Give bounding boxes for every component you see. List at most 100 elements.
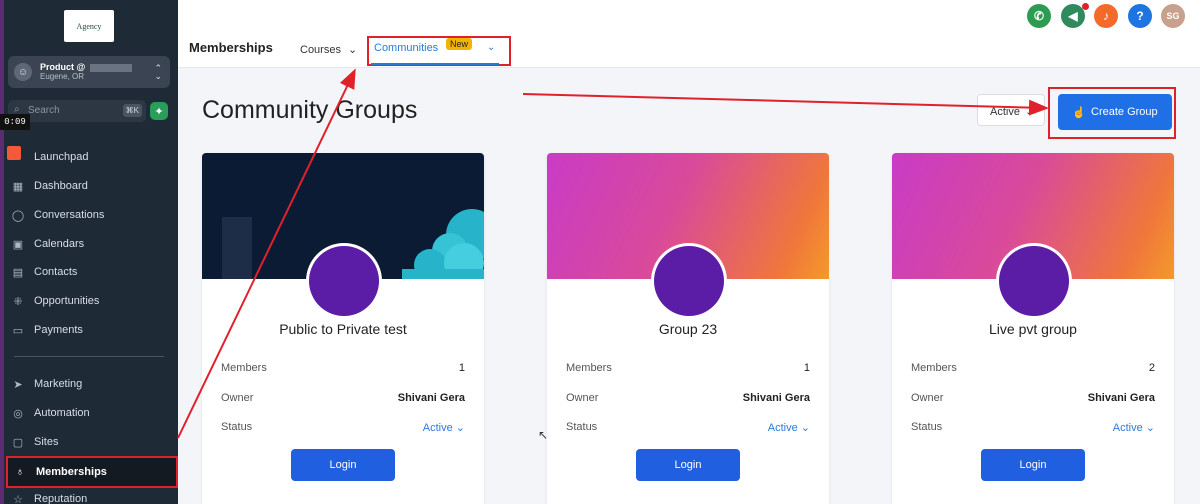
sidebar-item-memberships[interactable]: ♁ Memberships — [6, 456, 178, 488]
account-icon: ☺ — [14, 63, 32, 81]
owner-label: Owner — [911, 392, 944, 404]
status-label: Status — [911, 421, 943, 433]
pointer-icon: ☝ — [1072, 106, 1087, 119]
filter-value: Active — [990, 106, 1020, 118]
sidebar-item-label: Automation — [34, 407, 90, 419]
group-card[interactable]: Live pvt group Members 2 Owner Shivani G… — [892, 153, 1174, 504]
chevron-down-icon: ⌄ — [1025, 106, 1035, 118]
status-value: Active — [1112, 422, 1143, 434]
sidebar-item-launchpad[interactable]: Launchpad — [10, 146, 88, 168]
group-name: Public to Private test — [279, 321, 407, 337]
send-icon: ➤ — [13, 378, 23, 391]
chevron-down-icon: ⌄ — [455, 422, 465, 434]
tab-communities[interactable]: Communities — [374, 42, 438, 54]
search-placeholder: Search — [28, 105, 60, 116]
sidebar-item-reputation[interactable]: ☆ Reputation — [10, 488, 87, 504]
owner-label: Owner — [221, 392, 254, 404]
group-name: Group 23 — [658, 321, 718, 337]
record-stop-icon[interactable] — [7, 146, 21, 160]
sidebar: Agency ☺ Product @ Eugene, OR ⌃ ⌄ ⌕ Searc… — [0, 0, 178, 504]
chevron-down-icon: ⌄ — [348, 44, 358, 56]
members-count: 1 — [803, 362, 810, 374]
owner-label: Owner — [566, 392, 599, 404]
sidebar-accent-strip — [0, 0, 4, 504]
sidebar-item-sites[interactable]: ▢ Sites — [10, 431, 59, 453]
help-icon[interactable]: ? — [1128, 4, 1152, 28]
badge-icon: ♁ — [15, 466, 25, 478]
sidebar-item-label: Opportunities — [34, 295, 100, 307]
chevron-down-icon: ⌄ — [1145, 422, 1155, 434]
status-filter-select[interactable]: Active ⌄ — [977, 94, 1045, 126]
payment-icon: ▭ — [12, 324, 24, 337]
members-label: Members — [221, 362, 267, 374]
star-icon: ☆ — [13, 493, 23, 504]
status-dropdown[interactable]: Active ⌄ — [423, 421, 465, 434]
sidebar-item-label: Calendars — [34, 238, 85, 250]
bell-icon[interactable]: ♪ — [1094, 4, 1118, 28]
owner-name: Shivani Gera — [742, 392, 810, 404]
login-button[interactable]: Login — [291, 449, 395, 481]
sidebar-item-label: Dashboard — [34, 180, 88, 192]
status-dropdown[interactable]: Active ⌄ — [768, 421, 810, 434]
group-card[interactable]: Group 23 Members 1 Owner Shivani Gera St… — [547, 153, 829, 504]
globe-icon: ▢ — [12, 436, 24, 449]
login-button[interactable]: Login — [636, 449, 740, 481]
status-label: Status — [221, 421, 253, 433]
status-value: Active — [422, 422, 453, 434]
section-title: Memberships — [189, 40, 273, 55]
grid-icon: ▦ — [12, 180, 24, 193]
status-label: Status — [566, 421, 598, 433]
account-switcher[interactable]: ☺ Product @ Eugene, OR ⌃ ⌄ — [8, 56, 170, 88]
login-button[interactable]: Login — [981, 449, 1085, 481]
active-tab-indicator — [371, 63, 499, 65]
tab-label: Courses — [300, 44, 341, 56]
chat-icon: ◯ — [11, 209, 25, 222]
page-title: Community Groups — [202, 96, 418, 124]
sidebar-item-label: Conversations — [34, 209, 105, 221]
sidebar-item-dashboard[interactable]: ▦ Dashboard — [10, 175, 88, 197]
status-dropdown[interactable]: Active ⌄ — [1113, 421, 1155, 434]
create-group-button[interactable]: ☝ Create Group — [1058, 94, 1172, 130]
automation-icon: ◎ — [13, 407, 23, 420]
phone-icon[interactable]: ✆ — [1027, 4, 1051, 28]
sidebar-item-automation[interactable]: ◎ Automation — [10, 402, 90, 424]
account-location: Eugene, OR — [40, 72, 85, 81]
sidebar-divider — [14, 356, 164, 357]
group-emblem — [651, 243, 727, 319]
funnel-icon: ⁜ — [13, 295, 23, 308]
account-name-redacted — [89, 63, 132, 72]
search-shortcut: ⌘K — [122, 104, 142, 117]
members-count: 2 — [1148, 362, 1155, 374]
sidebar-item-contacts[interactable]: ▤ Contacts — [10, 261, 78, 283]
sidebar-item-label: Reputation — [34, 493, 88, 504]
sidebar-item-conversations[interactable]: ◯ Conversations — [10, 204, 104, 226]
sidebar-item-label: Marketing — [34, 378, 83, 390]
chevron-updown-icon: ⌃ ⌄ — [154, 63, 162, 81]
logo-text: Agency — [76, 21, 102, 31]
annotation-arrow-to-create — [522, 93, 1049, 116]
group-name: Live pvt group — [989, 321, 1077, 337]
sidebar-item-calendars[interactable]: ▣ Calendars — [10, 233, 84, 255]
members-label: Members — [566, 362, 612, 374]
login-label: Login — [329, 459, 357, 471]
user-avatar[interactable]: SG — [1161, 4, 1185, 28]
account-name: Product @ — [40, 62, 86, 72]
sidebar-item-payments[interactable]: ▭ Payments — [10, 319, 83, 341]
sidebar-item-opportunities[interactable]: ⁜ Opportunities — [10, 290, 99, 312]
quick-action-button[interactable]: ✦ — [150, 102, 168, 120]
group-card[interactable]: Public to Private test Members 1 Owner S… — [202, 153, 484, 504]
create-group-label: Create Group — [1091, 106, 1158, 118]
agency-logo[interactable]: Agency — [64, 10, 114, 42]
chevron-down-icon[interactable]: ⌄ — [487, 42, 495, 53]
group-emblem — [306, 243, 382, 319]
owner-name: Shivani Gera — [397, 392, 465, 404]
sidebar-item-marketing[interactable]: ➤ Marketing — [10, 373, 82, 395]
contacts-icon: ▤ — [12, 266, 24, 279]
sidebar-item-label: Contacts — [34, 266, 78, 278]
tab-courses[interactable]: Courses ⌄ — [300, 43, 357, 56]
calendar-icon: ▣ — [12, 238, 24, 251]
mouse-cursor-icon: ↖ — [538, 428, 549, 442]
sidebar-item-label: Payments — [34, 324, 83, 336]
help-icon-label: ? — [1136, 9, 1144, 23]
owner-name: Shivani Gera — [1087, 392, 1155, 404]
